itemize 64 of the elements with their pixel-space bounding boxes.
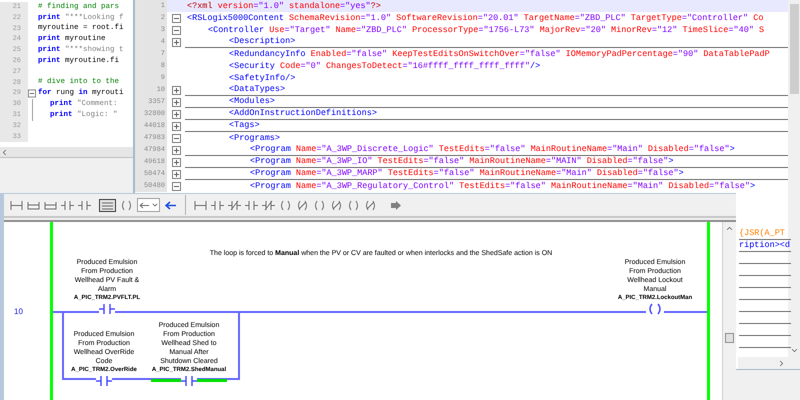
code-line: <Controller Use="Target" Name="ZBD_PLC" ProcessorType="1756-L73" MajorRev="20" MinorRev="12" TimeSlice="40" S: [208, 24, 764, 36]
collapse-icon[interactable]: [172, 134, 180, 142]
code-line: <Security Code="0" ChangesToDetect="16#ffff_ffff_ffff_ffff"/>: [229, 60, 540, 72]
branch-icon[interactable]: [44, 200, 57, 210]
code-line: <Program Name="A_3WP_Regulatory_Control" TestEdits="false" MainRoutineName="Main" Disabled="false">: [250, 180, 756, 192]
dropdown[interactable]: [137, 198, 160, 212]
collapse-icon[interactable]: [172, 26, 180, 34]
collapse-icon[interactable]: [172, 14, 180, 22]
code-line: <Program Name="A_3WP_Discrete_Logic" TestEdits="false" MainRoutineName="Main" Disabled="false">: [250, 144, 735, 155]
contact-icon[interactable]: [262, 200, 275, 210]
code-line: <Program Name="A_3WP_MARP" TestEdits="false" MainRoutineName="Main" Disabled="false">: [250, 168, 684, 179]
dropdown-caret-icon[interactable]: [151, 201, 159, 209]
expand-icon[interactable]: [172, 110, 180, 118]
expand-icon[interactable]: [172, 146, 180, 154]
expand-icon[interactable]: [172, 38, 180, 46]
contact-icon[interactable]: [78, 200, 91, 210]
scroll-thumb[interactable]: [725, 333, 734, 343]
coil-icon[interactable]: [313, 200, 326, 210]
code-line: <?xml version="1.0" standalone="yes"?>: [187, 0, 381, 12]
contact-icon[interactable]: [245, 200, 258, 210]
code-line: <SafetyInfo/>: [229, 72, 296, 84]
code-line: <Modules>: [229, 96, 275, 107]
coil-icon[interactable]: [364, 200, 377, 210]
code-line: <Description>: [229, 36, 296, 47]
expand-icon[interactable]: [172, 158, 180, 166]
contact-icon[interactable]: [228, 200, 241, 210]
scroll-thumb[interactable]: [790, 4, 798, 94]
arrow-icon[interactable]: [138, 200, 151, 210]
code-line: <Programs>: [229, 132, 280, 144]
expand-icon[interactable]: [172, 98, 180, 106]
code-line: ription><d: [739, 239, 790, 252]
horizontal-scrollbar[interactable]: [738, 357, 788, 369]
vertical-scrollbar[interactable]: [722, 222, 736, 400]
coil-icon[interactable]: [279, 200, 292, 210]
expand-icon[interactable]: [172, 170, 180, 178]
contact-icon[interactable]: [61, 200, 74, 210]
scroll-right-icon[interactable]: [777, 358, 786, 368]
branch-icon[interactable]: [27, 200, 40, 210]
vertical-scrollbar[interactable]: [788, 0, 800, 369]
forward-icon[interactable]: [389, 200, 402, 210]
code-line: <RSLogix5000Content SchemaRevision="1.0" SoftwareRevision="20.01" TargetName="ZBD_PLC" TargetType="Controller" Co: [187, 12, 764, 24]
code-line: {JSR(A_PT: [739, 227, 785, 240]
back-arrow-icon[interactable]: [164, 200, 177, 210]
rung-icon[interactable]: [10, 200, 23, 210]
code-line: <Program Name="A_3WP_IO" TestEdits="false" MainRoutineName="MAIN" Disabled="false">: [250, 156, 674, 167]
expand-icon[interactable]: [172, 122, 180, 130]
expand-icon[interactable]: [172, 86, 180, 94]
contact-icon[interactable]: [211, 200, 224, 210]
rung-icon[interactable]: [194, 200, 207, 210]
coil-icon[interactable]: [330, 200, 343, 210]
collapse-icon[interactable]: [28, 89, 36, 98]
coil-icon[interactable]: [347, 200, 360, 210]
code-line: <AddOnInstructionDefinitions>: [229, 108, 377, 119]
rung-number[interactable]: 10: [14, 306, 23, 318]
horizontal-scrollbar[interactable]: [0, 147, 136, 157]
code-line: <Tags>: [229, 120, 260, 131]
code-line: <RedundancyInfo Enabled="false" KeepTestEditsOnSwitchOver="false" IOMemoryPadPercentage="90" DataTablePadP: [229, 48, 770, 60]
collapse-icon[interactable]: [172, 182, 180, 190]
scroll-left-icon[interactable]: [0, 148, 9, 156]
scroll-up-icon[interactable]: [725, 224, 734, 233]
coil-icon[interactable]: [296, 200, 309, 210]
coil-icon[interactable]: [120, 200, 133, 210]
scroll-down-icon[interactable]: [790, 346, 798, 355]
code-line: <DataTypes>: [229, 84, 286, 95]
